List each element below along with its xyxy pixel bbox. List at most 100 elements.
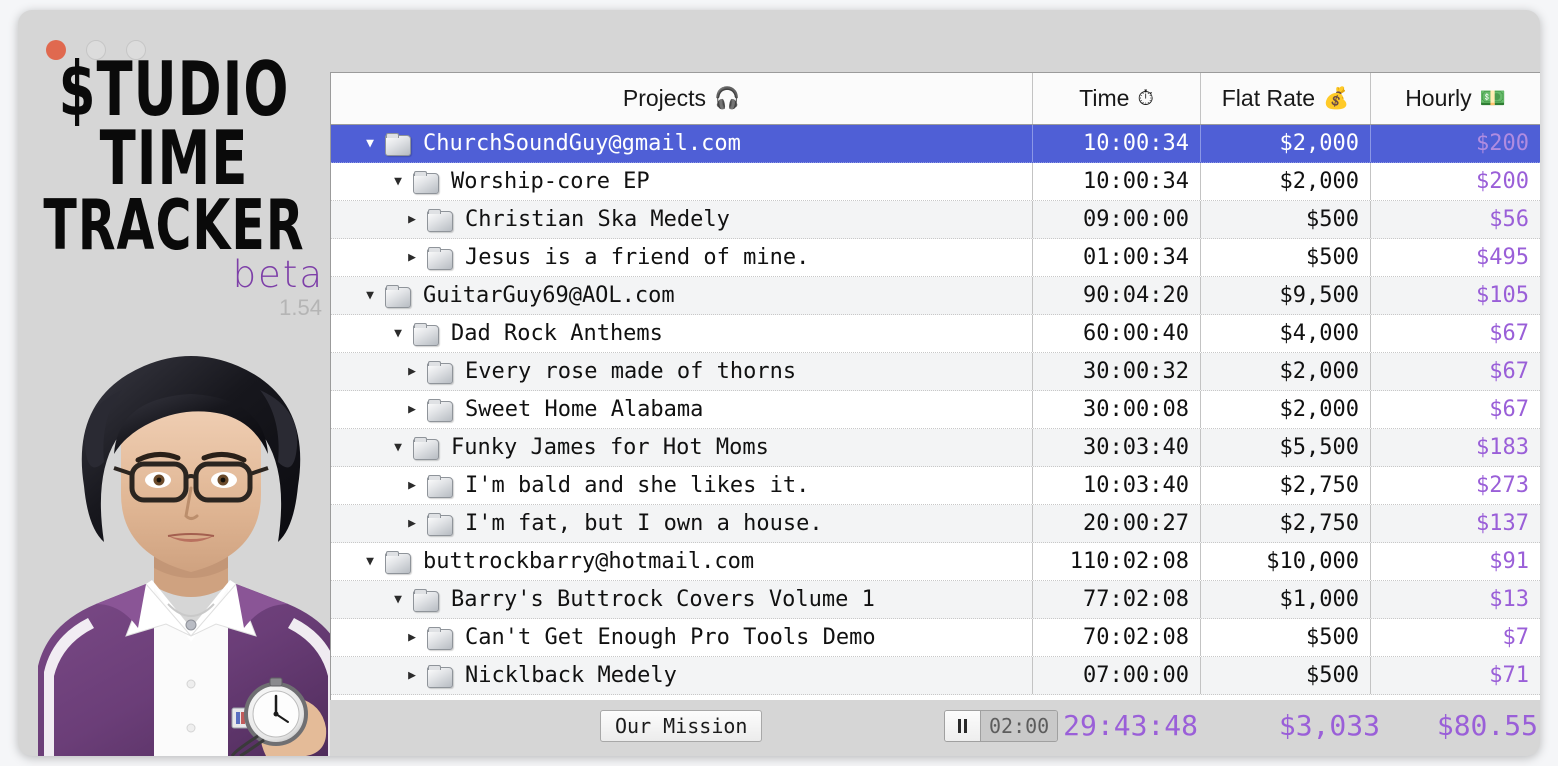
chevron-right-icon[interactable]: ▶: [403, 629, 421, 647]
our-mission-button[interactable]: Our Mission: [600, 710, 763, 742]
folder-icon: [427, 627, 453, 650]
cell-hourly: $137: [1370, 505, 1540, 542]
cell-hourly: $71: [1370, 657, 1540, 694]
folder-icon: [427, 665, 453, 688]
chevron-right-icon[interactable]: ▶: [403, 211, 421, 229]
cell-time: 60:00:40: [1032, 315, 1200, 352]
table-row[interactable]: ▼ GuitarGuy69@AOL.com 90:04:20 $9,500 $105: [331, 277, 1540, 315]
cell-project-name: ▶ Nicklback Medely: [331, 657, 1032, 694]
table-row[interactable]: ▶ Christian Ska Medely 09:00:00 $500 $56: [331, 201, 1540, 239]
cell-hourly: $200: [1370, 125, 1540, 162]
pause-button[interactable]: [945, 711, 981, 741]
chevron-right-icon[interactable]: ▶: [403, 249, 421, 267]
folder-icon: [413, 171, 439, 194]
project-label: Can't Get Enough Pro Tools Demo: [465, 625, 876, 650]
project-label: Worship-core EP: [451, 169, 650, 194]
table-row[interactable]: ▶ Jesus is a friend of mine. 01:00:34 $500 $…: [331, 239, 1540, 277]
folder-icon: [427, 475, 453, 498]
cell-time: 01:00:34: [1032, 239, 1200, 276]
cell-project-name: ▼ Worship-core EP: [331, 163, 1032, 200]
project-label: Barry's Buttrock Covers Volume 1: [451, 587, 875, 612]
cell-time: 30:00:08: [1032, 391, 1200, 428]
chevron-down-icon[interactable]: ▼: [389, 439, 407, 457]
minimize-button[interactable]: [86, 40, 106, 60]
folder-icon: [413, 437, 439, 460]
folder-icon: [427, 209, 453, 232]
column-header-hourly[interactable]: Hourly 💵: [1370, 73, 1540, 124]
column-header-projects[interactable]: Projects 🎧: [331, 73, 1032, 124]
table-row[interactable]: ▶ Every rose made of thorns 30:00:32 $2,000…: [331, 353, 1540, 391]
cell-flat-rate: $2,000: [1200, 391, 1370, 428]
projects-table: Projects 🎧 Time ⏱ Flat Rate 💰 Hourly 💵 ▼…: [330, 72, 1540, 700]
cell-hourly: $7: [1370, 619, 1540, 656]
table-row[interactable]: ▼ Dad Rock Anthems 60:00:40 $4,000 $67: [331, 315, 1540, 353]
cell-time: 77:02:08: [1032, 581, 1200, 618]
chevron-right-icon[interactable]: ▶: [403, 363, 421, 381]
folder-icon: [427, 399, 453, 422]
project-label: Funky James for Hot Moms: [451, 435, 769, 460]
table-row[interactable]: ▼ ChurchSoundGuy@gmail.com 10:00:34 $2,000 $…: [331, 125, 1540, 163]
cell-project-name: ▼ Barry's Buttrock Covers Volume 1: [331, 581, 1032, 618]
project-label: Jesus is a friend of mine.: [465, 245, 810, 270]
cell-flat-rate: $2,750: [1200, 467, 1370, 504]
cell-time: 20:00:27: [1032, 505, 1200, 542]
cell-hourly: $56: [1370, 201, 1540, 238]
cell-project-name: ▶ Jesus is a friend of mine.: [331, 239, 1032, 276]
table-row[interactable]: ▶ Nicklback Medely 07:00:00 $500 $71: [331, 657, 1540, 695]
table-row[interactable]: ▼ buttrockbarry@hotmail.com 110:02:08 $10,0…: [331, 543, 1540, 581]
column-header-flat-rate[interactable]: Flat Rate 💰: [1200, 73, 1370, 124]
cell-time: 30:03:40: [1032, 429, 1200, 466]
cell-project-name: ▼ buttrockbarry@hotmail.com: [331, 543, 1032, 580]
banknote-icon: 💵: [1479, 86, 1506, 110]
cell-project-name: ▶ I'm bald and she likes it.: [331, 467, 1032, 504]
cell-hourly: $67: [1370, 315, 1540, 352]
cell-flat-rate: $10,000: [1200, 543, 1370, 580]
chevron-right-icon[interactable]: ▶: [403, 667, 421, 685]
total-hourly: $80.55: [1436, 709, 1538, 742]
version-label: 1.54: [279, 295, 322, 320]
logo-line-3: TRACKER: [43, 185, 305, 267]
chevron-down-icon[interactable]: ▼: [389, 325, 407, 343]
chevron-right-icon[interactable]: ▶: [403, 515, 421, 533]
app-root: $TUDIO TIME TRACKER beta 1.54 Projects 🎧…: [0, 0, 1558, 766]
chevron-right-icon[interactable]: ▶: [403, 401, 421, 419]
app-logo: $TUDIO TIME TRACKER: [18, 46, 330, 267]
branding-panel: $TUDIO TIME TRACKER beta 1.54: [18, 10, 330, 756]
cell-hourly: $67: [1370, 391, 1540, 428]
table-row[interactable]: ▶ Sweet Home Alabama 30:00:08 $2,000 $67: [331, 391, 1540, 429]
chevron-down-icon[interactable]: ▼: [389, 173, 407, 191]
table-row[interactable]: ▼ Barry's Buttrock Covers Volume 1 77:02:0…: [331, 581, 1540, 619]
chevron-right-icon[interactable]: ▶: [403, 477, 421, 495]
project-label: I'm fat, but I own a house.: [465, 511, 823, 536]
table-row[interactable]: ▶ I'm fat, but I own a house. 20:00:27 $2,7…: [331, 505, 1540, 543]
table-row[interactable]: ▶ Can't Get Enough Pro Tools Demo 70:02:08…: [331, 619, 1540, 657]
cell-time: 10:00:34: [1032, 125, 1200, 162]
chevron-down-icon[interactable]: ▼: [361, 135, 379, 153]
maximize-button[interactable]: [126, 40, 146, 60]
cell-project-name: ▶ I'm fat, but I own a house.: [331, 505, 1032, 542]
table-header-row: Projects 🎧 Time ⏱ Flat Rate 💰 Hourly 💵: [331, 73, 1540, 125]
logo-line-1: $TUDIO: [58, 46, 290, 134]
column-header-flat-rate-label: Flat Rate: [1221, 85, 1316, 111]
cell-flat-rate: $2,000: [1200, 353, 1370, 390]
cell-hourly: $13: [1370, 581, 1540, 618]
close-button[interactable]: [46, 40, 66, 60]
folder-icon: [385, 551, 411, 574]
table-row[interactable]: ▼ Funky James for Hot Moms 30:03:40 $5,500 $…: [331, 429, 1540, 467]
column-header-projects-label: Projects: [622, 85, 706, 111]
project-label: Sweet Home Alabama: [465, 397, 704, 422]
cell-time: 10:00:34: [1032, 163, 1200, 200]
cell-hourly: $495: [1370, 239, 1540, 276]
cell-hourly: $105: [1370, 277, 1540, 314]
cell-flat-rate: $500: [1200, 657, 1370, 694]
column-header-time[interactable]: Time ⏱: [1032, 73, 1200, 124]
cell-flat-rate: $500: [1200, 201, 1370, 238]
table-row[interactable]: ▼ Worship-core EP 10:00:34 $2,000 $200: [331, 163, 1540, 201]
cell-flat-rate: $500: [1200, 239, 1370, 276]
cell-hourly: $91: [1370, 543, 1540, 580]
chevron-down-icon[interactable]: ▼: [361, 553, 379, 571]
folder-icon: [385, 285, 411, 308]
table-row[interactable]: ▶ I'm bald and she likes it. 10:03:40 $2,75…: [331, 467, 1540, 505]
chevron-down-icon[interactable]: ▼: [389, 591, 407, 609]
chevron-down-icon[interactable]: ▼: [361, 287, 379, 305]
